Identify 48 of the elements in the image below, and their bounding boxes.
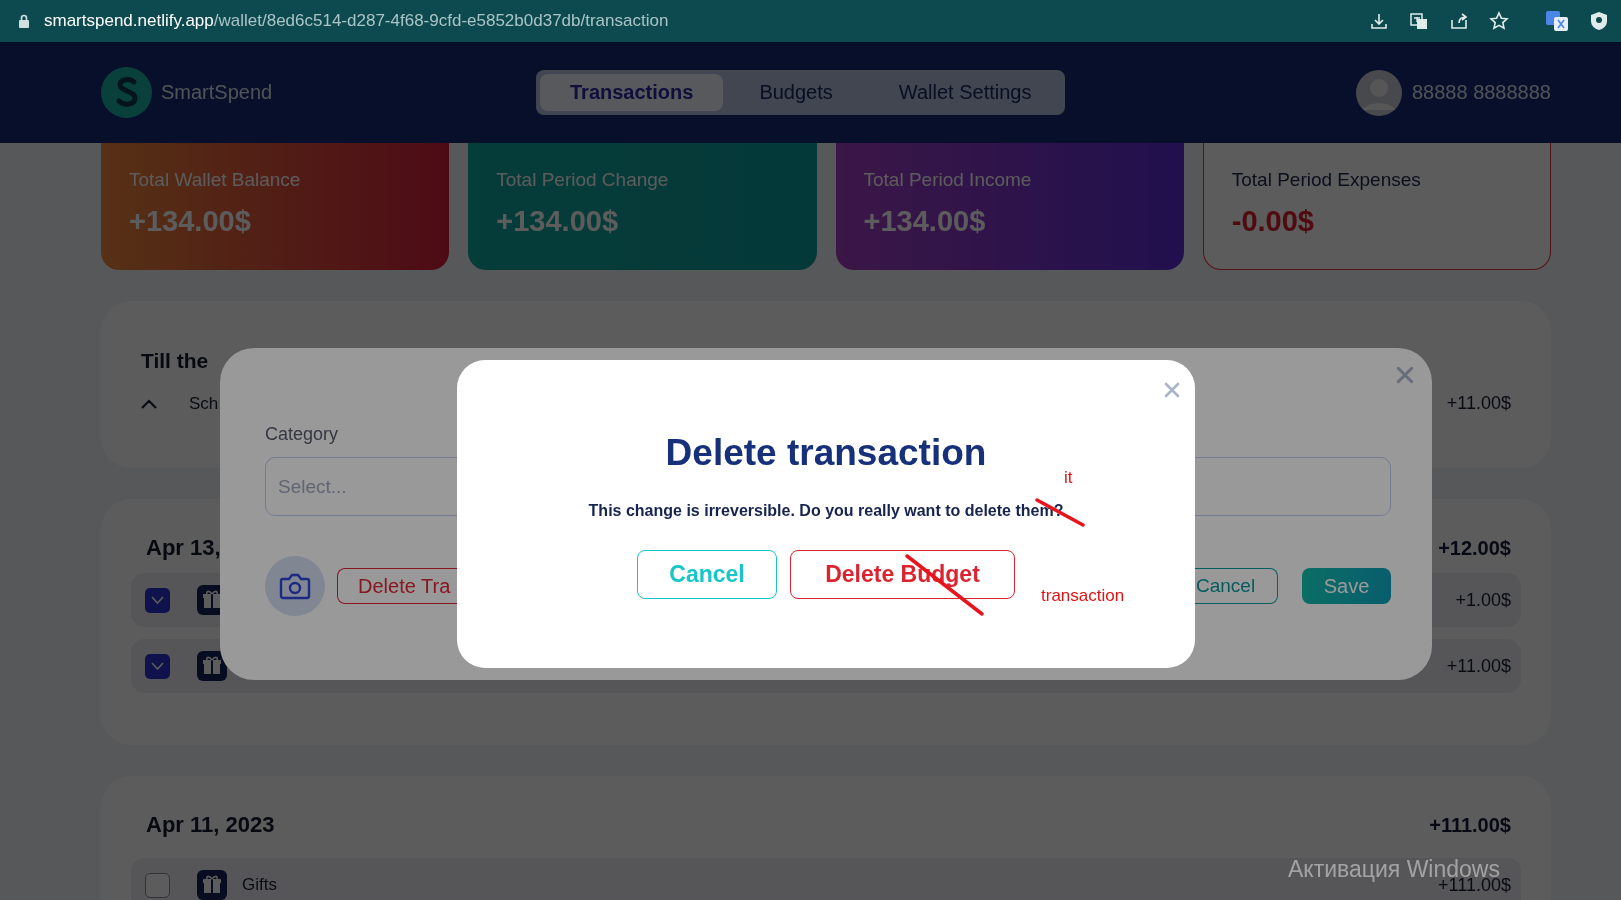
translate-extension-icon[interactable] [1545,10,1569,32]
checkbox[interactable] [145,872,170,898]
group-title: Apr 13, [146,535,221,561]
share-icon[interactable] [1449,11,1469,31]
stat-label: Total Wallet Balance [129,169,302,191]
translate-icon[interactable] [1409,11,1429,31]
nav-tab[interactable]: Budgets [729,74,863,111]
stat-label: Total Period Change [496,169,670,191]
cancel-button[interactable]: Cancel [637,550,777,599]
lock-icon [18,14,30,28]
stat-value: +134.00$ [496,205,619,238]
stat-value: +134.00$ [129,205,252,238]
group-title: Apr 11, 2023 [146,812,275,838]
stat-value: +134.00$ [863,205,987,238]
group-total: +111.00$ [1429,813,1511,837]
annotation-text: it [1064,468,1073,488]
dialog-title: Delete transaction [665,432,987,474]
nav-tab[interactable]: Transactions [540,74,724,111]
stat-value: -0.00$ [1231,205,1315,238]
category-label: Category [265,424,340,445]
check-icon [150,661,165,671]
shield-icon[interactable] [1589,11,1609,31]
save-button[interactable]: Save [1302,568,1391,604]
logo-icon[interactable] [101,67,152,118]
avatar-icon[interactable] [1355,69,1402,116]
close-icon[interactable] [1396,366,1414,384]
nav-tab[interactable]: Wallet Settings [868,74,1062,111]
checkbox[interactable] [145,587,170,613]
star-icon[interactable] [1489,11,1509,31]
brand-name: SmartSpend [161,81,273,104]
check-icon [150,595,165,605]
download-icon[interactable] [1369,11,1389,31]
url-text[interactable]: smartspend.netlify.app/wallet/8ed6c514-d287-4f68-9cfd-e5852b0d37db/transaction [44,11,669,31]
stat-label: Total Period Expenses [1231,169,1422,191]
group-total: +12.00$ [1438,536,1511,560]
schedule-label: Sch [189,393,219,414]
group-title: Till the [141,349,209,373]
amount-text: +11.00$ [1446,393,1511,414]
user-name[interactable]: 88888 8888888 [1411,81,1551,104]
checkbox[interactable] [145,653,170,679]
category-name: Gifts [242,875,277,895]
annotation-text: transaction [1041,586,1125,606]
amount-text: +1.00$ [1455,589,1511,611]
camera-icon [279,572,311,600]
close-icon[interactable] [1164,382,1180,398]
stat-label: Total Period Income [863,169,1033,191]
amount-text: +11.00$ [1446,655,1511,677]
gift-icon [197,870,227,900]
